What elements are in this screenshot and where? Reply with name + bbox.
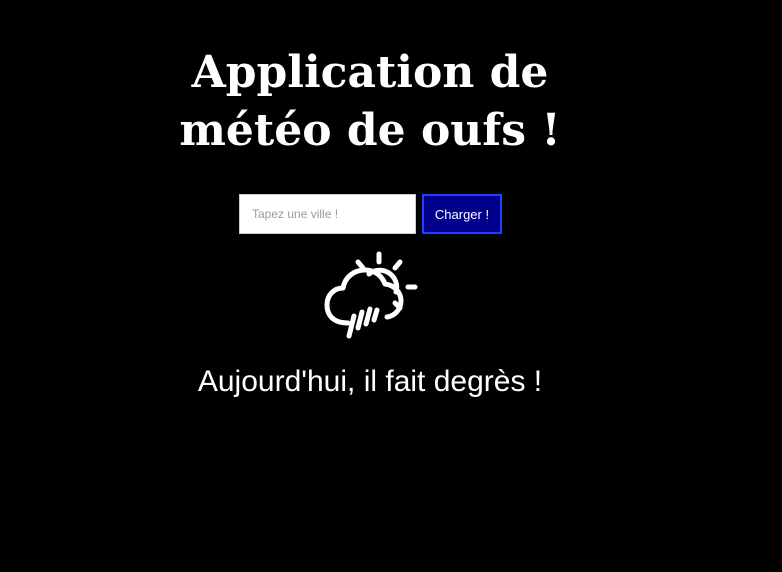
page-title-line-1: Application de	[191, 47, 549, 98]
load-button[interactable]: Charger !	[422, 194, 502, 234]
temperature-text: Aujourd'hui, il fait degrès !	[197, 365, 543, 398]
city-search-form: Charger !	[239, 194, 502, 234]
weather-app: Application de météo de oufs ! Charger !…	[0, 0, 782, 572]
page-title: Application de météo de oufs !	[0, 44, 740, 160]
city-input[interactable]	[239, 194, 416, 234]
rain-sun-icon	[324, 251, 418, 339]
page-title-line-2: météo de oufs !	[179, 105, 561, 156]
